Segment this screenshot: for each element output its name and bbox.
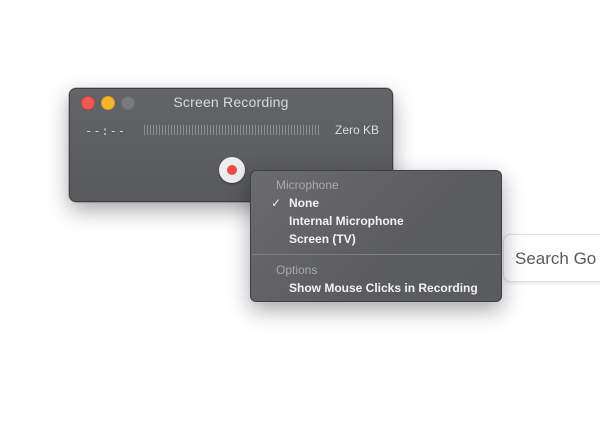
search-placeholder: Search Go (515, 249, 597, 268)
search-input[interactable]: Search Go (503, 234, 600, 282)
file-size: Zero KB (334, 123, 379, 137)
checkmark-icon: ✓ (271, 196, 282, 210)
menu-header-options: Options (276, 263, 318, 277)
audio-level-meter (144, 125, 321, 135)
window-title: Screen Recording (173, 94, 289, 110)
menu-separator (252, 254, 500, 255)
menu-header-microphone: Microphone (276, 178, 339, 192)
options-menu: Microphone ✓ None Internal Microphone Sc… (250, 170, 502, 302)
elapsed-time: --:-- (85, 124, 127, 138)
menu-item-show-mouse-clicks[interactable]: Show Mouse Clicks in Recording (289, 281, 478, 295)
menu-item-screen-tv[interactable]: Screen (TV) (289, 232, 356, 246)
menu-item-internal-microphone[interactable]: Internal Microphone (289, 214, 404, 228)
record-button[interactable] (219, 157, 245, 183)
menu-item-none[interactable]: None (289, 196, 319, 210)
